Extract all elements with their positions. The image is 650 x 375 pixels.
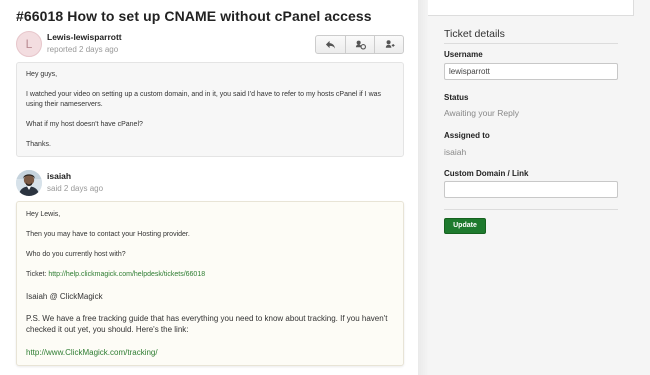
username-field[interactable] <box>444 63 618 80</box>
message-author[interactable]: isaiah <box>47 171 71 181</box>
divider <box>444 43 618 44</box>
message-text: I watched your video on setting up a cus… <box>26 91 382 108</box>
tracking-link[interactable]: http://www.ClickMagick.com/tracking/ <box>26 348 394 358</box>
custom-domain-label: Custom Domain / Link <box>444 169 529 178</box>
sidebar-top-panel <box>428 0 634 16</box>
message-header: isaiah said 2 days ago <box>16 170 404 196</box>
update-button[interactable]: Update <box>444 218 486 234</box>
signature: Isaiah @ ClickMagick <box>26 292 103 301</box>
message-header: L Lewis-lewisparrott reported 2 days ago <box>16 31 404 57</box>
message-text: What if my host doesn't have cPanel? <box>26 121 143 128</box>
avatar: L <box>16 31 42 57</box>
reply-icon <box>325 40 336 49</box>
message-actions <box>315 35 404 54</box>
message-meta: reported 2 days ago <box>47 45 119 54</box>
user-photo-icon <box>16 170 42 196</box>
message-text: Then you may have to contact your Hostin… <box>26 231 190 238</box>
message-text: Hey guys, <box>26 71 58 78</box>
status-value: Awaiting your Reply <box>444 108 519 118</box>
reply-body: Hey Lewis, Then you may have to contact … <box>16 201 404 366</box>
ticket-thread: #66018 How to set up CNAME without cPane… <box>0 0 418 375</box>
message-meta: said 2 days ago <box>47 184 104 193</box>
custom-domain-field[interactable] <box>444 181 618 198</box>
assigned-label: Assigned to <box>444 131 490 140</box>
assigned-value: isaiah <box>444 147 467 157</box>
message-author[interactable]: Lewis-lewisparrott <box>47 32 122 42</box>
message-text: Who do you currently host with? <box>26 251 126 258</box>
avatar <box>16 170 42 196</box>
username-label: Username <box>444 50 483 59</box>
divider <box>444 209 618 210</box>
note-icon <box>355 40 366 50</box>
ticket-details-sidebar: Ticket details Username Status Awaiting … <box>428 0 650 375</box>
add-note-button[interactable] <box>345 36 374 53</box>
status-label: Status <box>444 93 469 102</box>
ticket-link-prefix: Ticket: <box>26 271 49 278</box>
message-text: Hey Lewis, <box>26 211 61 218</box>
forward-button[interactable] <box>374 36 403 53</box>
message-text: P.S. We have a free tracking guide that … <box>26 314 388 334</box>
ticket-title: #66018 How to set up CNAME without cPane… <box>16 8 372 24</box>
reply-button[interactable] <box>316 36 345 53</box>
message-text: Thanks. <box>26 141 51 148</box>
ticket-link-line: Ticket: http://help.clickmagick.com/help… <box>26 270 394 280</box>
ticket-link[interactable]: http://help.clickmagick.com/helpdesk/tic… <box>48 271 205 278</box>
sidebar-title: Ticket details <box>444 28 505 40</box>
forward-icon <box>385 40 395 48</box>
message-body: Hey guys, I watched your video on settin… <box>16 62 404 157</box>
column-divider <box>418 0 428 375</box>
